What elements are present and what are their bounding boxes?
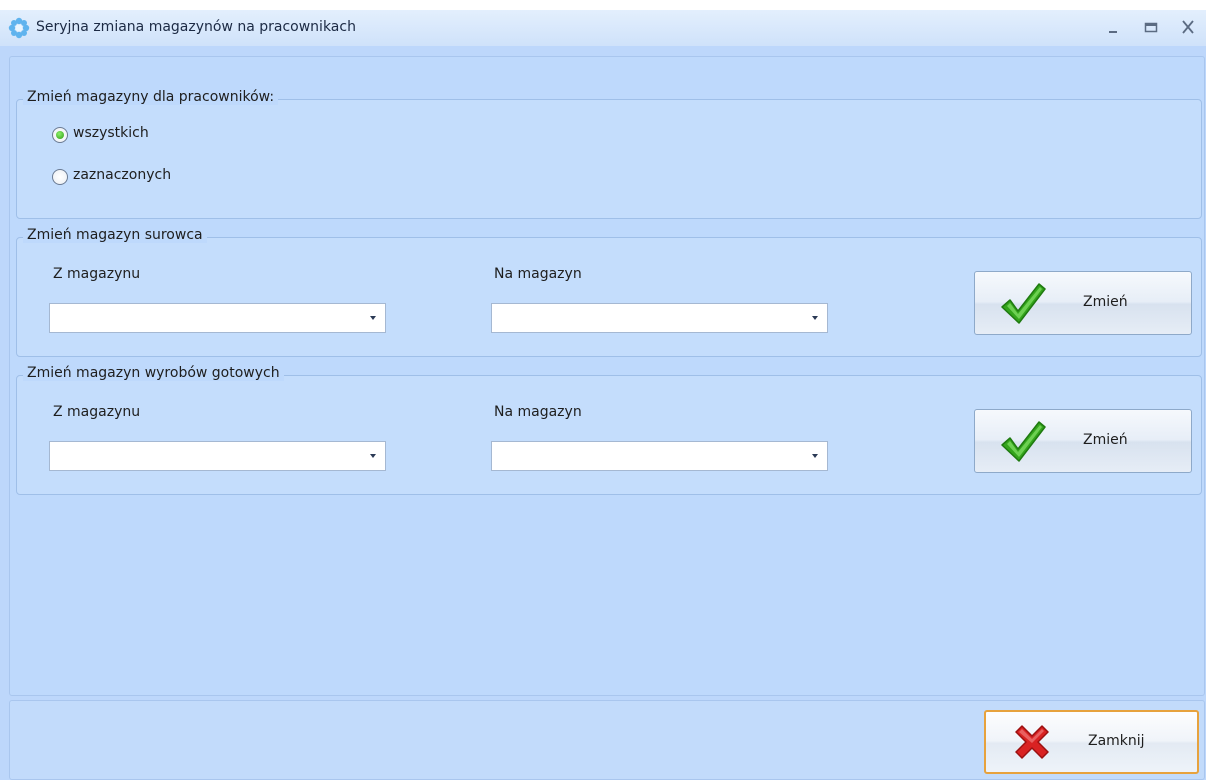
chevron-down-icon[interactable] [362,443,384,469]
title-bar[interactable]: Seryjna zmiana magazynów na pracownikach [0,10,1206,46]
radio-label-all[interactable]: wszystkich [73,125,149,141]
finished-to-label: Na magazyn [494,404,582,420]
raw-from-label: Z magazynu [53,266,141,282]
raw-to-warehouse-select[interactable] [491,303,828,333]
radio-button-all[interactable] [52,127,68,143]
finished-to-warehouse-select[interactable] [491,441,828,471]
raw-material-group-legend: Zmień magazyn surowca [23,227,207,243]
finished-goods-group-legend: Zmień magazyn wyrobów gotowych [23,365,284,381]
finished-change-label: Zmień [1083,432,1128,448]
dialog-window: Seryjna zmiana magazynów na pracownikach… [0,10,1206,780]
minimize-icon[interactable] [1102,15,1126,39]
maximize-icon[interactable] [1139,15,1163,39]
raw-from-warehouse-select[interactable] [49,303,386,333]
raw-change-button[interactable]: Zmień [974,271,1192,335]
chevron-down-icon[interactable] [804,443,826,469]
green-checkmark-icon [1001,283,1046,324]
window-title: Seryjna zmiana magazynów na pracownikach [36,19,356,35]
chevron-down-icon[interactable] [804,305,826,331]
close-icon[interactable] [1176,15,1200,39]
finished-goods-group: Zmień magazyn wyrobów gotowych Z magazyn… [16,365,1202,495]
close-button-label: Zamknij [1088,733,1145,749]
flower-app-icon [8,17,30,39]
main-panel: Zmień magazyny dla pracowników: wszystki… [9,56,1205,696]
finished-change-button[interactable]: Zmień [974,409,1192,473]
finished-from-warehouse-select[interactable] [49,441,386,471]
finished-from-label: Z magazynu [53,404,141,420]
raw-change-label: Zmień [1083,294,1128,310]
radio-label-selected[interactable]: zaznaczonych [73,167,171,183]
radio-button-selected[interactable] [52,169,68,185]
close-button[interactable]: Zamknij [984,710,1199,774]
footer-panel: Zamknij [9,700,1205,780]
chevron-down-icon[interactable] [362,305,384,331]
red-x-icon [1015,725,1049,759]
employees-group-legend: Zmień magazyny dla pracowników: [23,89,279,105]
raw-to-label: Na magazyn [494,266,582,282]
employees-group: Zmień magazyny dla pracowników: wszystki… [16,89,1202,219]
green-checkmark-icon [1001,421,1046,462]
raw-material-group: Zmień magazyn surowca Z magazynu Na maga… [16,227,1202,357]
